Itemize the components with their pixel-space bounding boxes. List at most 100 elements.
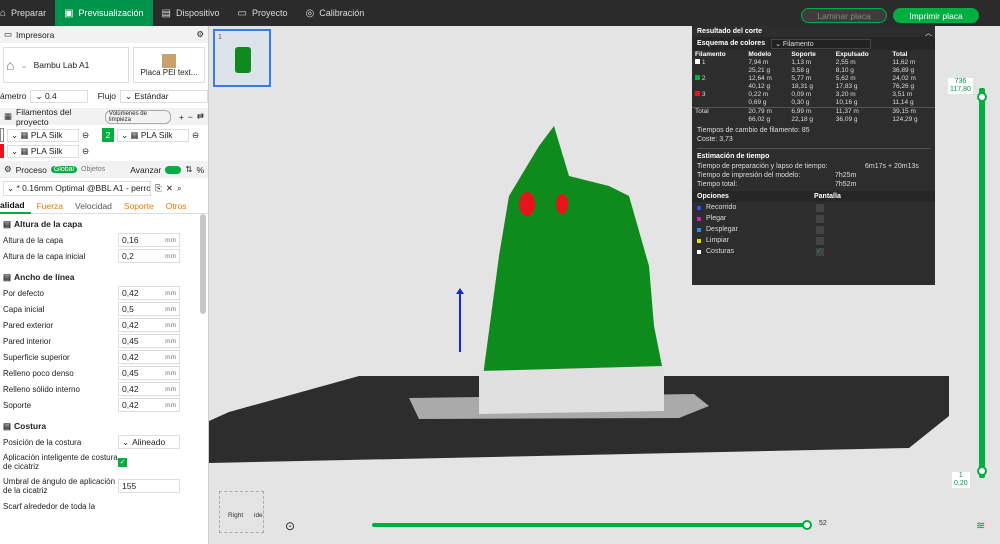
slice-plate-button[interactable]: Laminar placa [801,8,887,23]
printer-icon: ▭ [4,29,13,39]
setting-row: Pared interior 0,45 mm [0,333,208,349]
option-checkbox[interactable] [816,214,824,223]
flow-select[interactable]: ⌄ Estándar [120,89,208,103]
initial-layer-height-input[interactable]: 0,2 mm [118,249,180,263]
settings-icon[interactable]: ⚙ [196,29,204,40]
layer-height-group: ▤ Altura de la capa [3,219,83,229]
plate-thumbnail[interactable]: 1 [213,29,271,87]
filament-item[interactable]: ⌄ ▦ PLA Silk ⊖ [0,144,100,158]
setting-row: Relleno poco denso 0,45 mm [0,365,208,381]
support-structure [479,366,664,414]
width-input[interactable]: 0,45 mm [118,366,180,380]
option-row[interactable]: Plegar [697,213,930,224]
printer-selector[interactable]: ⌂ ⌄ Bambu Lab A1 [3,47,129,83]
smart-scarf-checkbox[interactable]: ✓ [118,457,127,467]
filament-list: ⌄ ▦ PLA Silk ⊖ 2 ⌄ ▦ PLA Silk ⊖ ⌄ ▦ PLA Sil… [0,125,208,161]
table-row: 1 7,94 m 25,21 g 1,13 m 3,58 g 2,55 m 8,10 g 11… [692,59,935,75]
time-estimates: Tiempo de preparación y lapso de tiempo:… [697,163,919,188]
sidebar-scrollbar[interactable] [200,214,206,314]
tab-strength[interactable]: Fuerza [31,201,69,211]
edit-icon[interactable]: ⊖ [82,130,89,141]
calibration-icon: ◎ [305,7,315,19]
process-section-header: ⚙ Proceso Global Objetos Avanzar ⇅ % [0,161,208,178]
model-thumbnail [235,47,251,73]
edit-icon[interactable]: ⊖ [82,146,89,157]
option-checkbox[interactable] [816,236,824,245]
tab-quality[interactable]: alidad [0,198,31,214]
option-row[interactable]: Costuras ✓ [697,246,930,257]
percent-icon[interactable]: % [196,165,204,175]
add-icon[interactable]: + [179,112,184,122]
home-icon: ⌂ [0,7,7,19]
view-cube[interactable]: Right ide [219,491,264,533]
advanced-switch[interactable] [165,165,182,174]
filament-item[interactable]: 2 ⌄ ▦ PLA Silk ⊖ [102,128,208,142]
edit-icon[interactable]: ⊖ [192,130,199,141]
save-icon[interactable]: ⎘ [155,183,162,194]
process-icon: ⚙ [4,164,12,174]
option-row[interactable]: Limpiar [697,235,930,246]
option-checkbox[interactable]: ✓ [816,247,824,256]
plate-icon [162,53,176,68]
setting-row: Pared exterior 0,42 mm [0,317,208,333]
close-icon[interactable]: ✕ [166,183,173,194]
print-plate-button[interactable]: Imprimir placa [893,8,979,23]
width-input[interactable]: 0,42 mm [118,350,180,364]
move-value: 52 [819,520,827,527]
width-input[interactable]: 0,42 mm [118,286,180,300]
layer-slider-top-knob[interactable] [977,92,987,102]
width-input[interactable]: 0,42 mm [118,382,180,396]
width-input[interactable]: 0,5 mm [118,302,180,316]
tab-support[interactable]: Soporte [118,201,160,211]
option-row[interactable]: Recorrido [697,202,930,213]
setting-row: Umbral de ángulo de aplicación de la cic… [0,474,208,498]
filament-item[interactable]: ⌄ ▦ PLA Silk ⊖ [0,128,100,142]
settings-list: ▤ Altura de la capa Altura de la capa 0,16… [0,214,208,514]
seam-icon: ▤ [3,421,12,431]
collapse-icon[interactable]: ︿ [925,28,932,38]
option-row[interactable]: Desplegar [697,224,930,235]
move-slider-knob[interactable] [802,520,812,530]
model-eye-left [519,192,535,216]
plate-selector[interactable]: Placa PEI text... [133,47,205,83]
slice-result-panel: Resultado del corte Esquema de colores ⌄… [692,26,935,285]
tab-prepare[interactable]: ⌂ Preparar [0,0,55,26]
objects-toggle[interactable]: Objetos [81,166,105,173]
tab-project[interactable]: ▭ Proyecto [229,0,297,26]
tab-speed[interactable]: Velocidad [69,201,118,211]
table-row: 3 0,22 m 0,69 g 0,09 m 0,30 g 3,20 m 10,16 g 3,… [692,91,935,108]
printer-row: ⌂ ⌄ Bambu Lab A1 Placa PEI text... [0,43,208,87]
layers-icon: ▤ [3,219,12,229]
remove-icon[interactable]: − [188,112,193,122]
global-toggle[interactable]: Global [50,166,78,173]
tab-preview[interactable]: ▣ Previsualización [55,0,153,26]
option-checkbox[interactable] [816,203,824,212]
search-icon[interactable]: ⌕ [177,183,182,194]
layer-height-input[interactable]: 0,16 mm [118,233,180,247]
top-layer-label: 736 117,80 [948,78,973,94]
width-input[interactable]: 0,45 mm [118,334,180,348]
seam-position-select[interactable]: ⌄ Alineado [118,435,180,449]
tab-others[interactable]: Otros [160,201,193,211]
setting-row: Altura de la capa inicial 0,2 mm [0,248,208,264]
color-scheme-select[interactable]: ⌄ Filamento [771,38,872,49]
setting-row: Soporte 0,42 mm [0,397,208,413]
nozzle-select[interactable]: ⌄ 0.4 [30,89,88,103]
move-slider[interactable] [372,523,809,527]
compare-icon[interactable]: ⇅ [185,164,192,175]
layer-slider-bottom-knob[interactable] [977,466,987,476]
settings-sidebar: ▭ Impresora ⚙ ⌂ ⌄ Bambu Lab A1 Placa PEI … [0,26,209,544]
scarf-angle-input[interactable]: 155 [118,479,180,493]
width-input[interactable]: 0,42 mm [118,318,180,332]
layers-view-icon[interactable]: ≋ [976,519,985,532]
profile-select[interactable]: ⌄ * 0.16mm Optimal @BBL A1 - perros [3,180,151,196]
sync-icon[interactable]: ⇄ [197,111,204,122]
layer-slider[interactable] [979,88,985,478]
changes-and-cost: Tiempos de cambio de filamento: 85 Coste… [697,127,810,143]
fit-view-icon[interactable]: ⊙ [285,519,295,533]
tab-calibration[interactable]: ◎ Calibración [297,0,374,26]
purge-volumes-button[interactable]: Volúmenes de limpieza [104,109,171,124]
tab-device[interactable]: ▤ Dispositivo [153,0,229,26]
option-checkbox[interactable] [816,225,824,234]
width-input[interactable]: 0,42 mm [118,398,180,412]
